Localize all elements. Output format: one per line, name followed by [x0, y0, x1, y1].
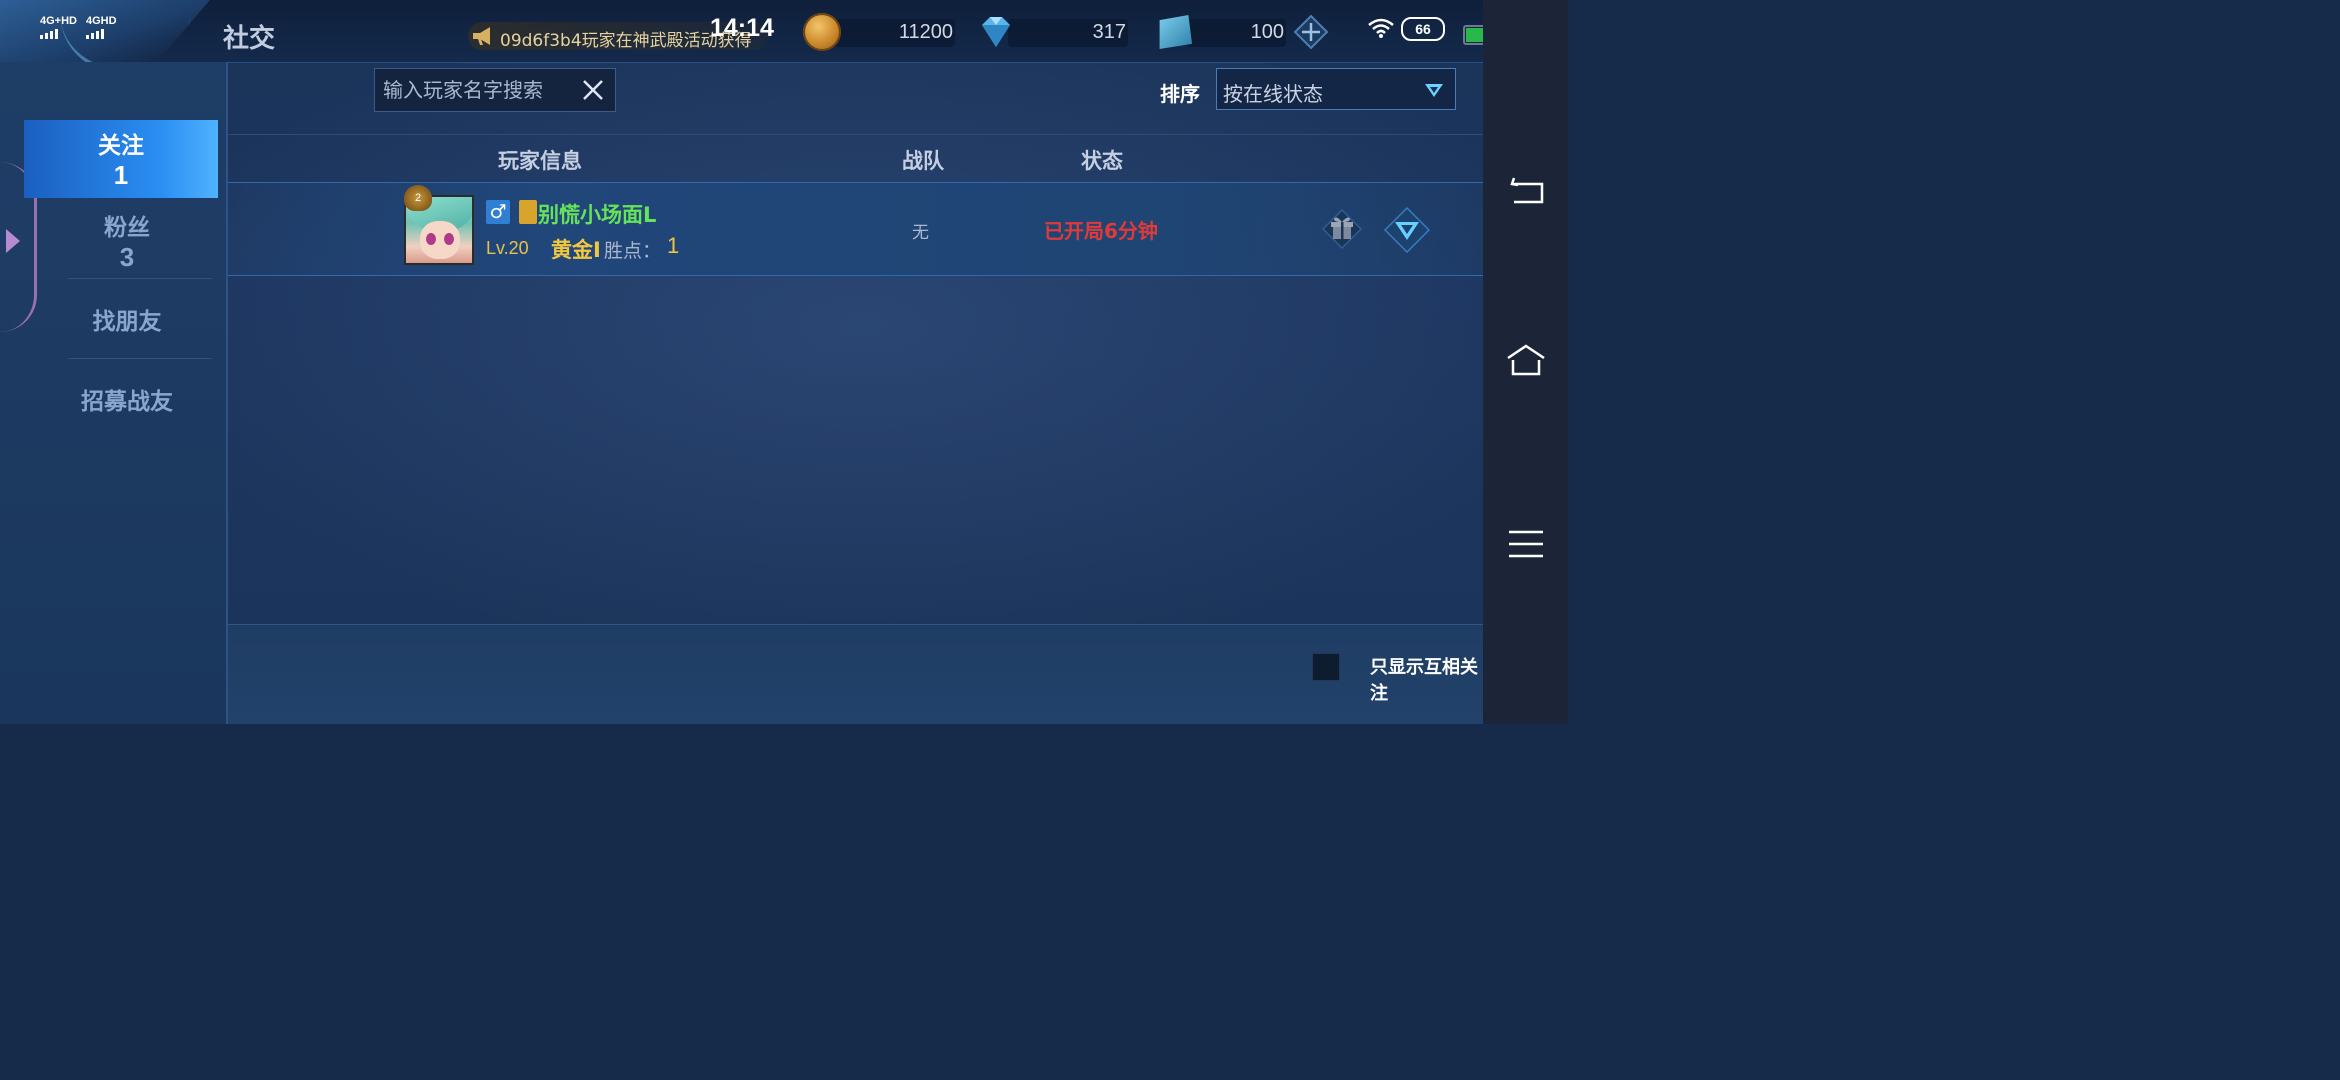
status-value: 已开局6分钟 [1044, 219, 1158, 243]
player-name: 别慌小场面L [538, 203, 657, 227]
signal-label-1: 4G+HD [40, 15, 77, 27]
sidebar-item-label: 找朋友 [92, 309, 162, 335]
sort-selected-value: 按在线状态 [1223, 82, 1323, 106]
sidebar-item-count: 3 [119, 242, 135, 272]
column-header-status: 状态 [1081, 149, 1123, 173]
ticket-value: 100 [1250, 21, 1284, 43]
megaphone-icon [473, 27, 490, 45]
male-icon: ♂ [486, 200, 510, 224]
mutual-follow-checkbox[interactable] [1312, 653, 1340, 681]
wifi-icon [1368, 18, 1394, 38]
gold-coin-icon [803, 13, 841, 51]
back-icon[interactable] [1504, 170, 1548, 210]
search-input[interactable] [375, 69, 571, 111]
team-value: 无 [912, 223, 929, 243]
diamond-value: 317 [1092, 21, 1126, 43]
points-label: 胜点： [604, 240, 662, 262]
sidebar-item-count: 1 [113, 160, 129, 190]
close-icon[interactable] [581, 78, 605, 102]
sidebar-item-label: 招募战友 [81, 389, 173, 415]
gift-icon[interactable] [1322, 209, 1362, 249]
guild-badge-icon [519, 200, 537, 224]
player-level: Lv.20 [486, 238, 529, 258]
sidebar-item-followers[interactable]: 粉丝 3 [30, 208, 224, 273]
player-tier: 黄金I [551, 238, 601, 262]
search-box [374, 68, 616, 112]
add-currency-button[interactable] [1293, 14, 1329, 50]
table-row[interactable]: 2 ♂ 别慌小场面L Lv.20 黄金I 胜点： 1 无 已开局6分钟 [228, 182, 1483, 276]
sidebar-collapse-arrow-icon[interactable] [6, 229, 20, 253]
sort-label: 排序 [1160, 82, 1200, 106]
rank-badge: 2 [404, 185, 432, 211]
ticket-icon [1159, 15, 1192, 49]
column-header-team: 战队 [902, 149, 944, 173]
top-bar: 4G+HD 4GHD 社交 09d6f3b4玩家在神武殿活动获得 14:14 1… [0, 0, 1568, 70]
chevron-down-icon[interactable] [1384, 207, 1430, 253]
signal-label-2: 4GHD [86, 15, 117, 27]
currency-diamond: 317 [978, 13, 1128, 53]
sidebar-item-label: 粉丝 [104, 215, 150, 241]
sidebar-divider [68, 358, 212, 359]
diamond-icon [982, 17, 1010, 47]
sidebar-item-recruit[interactable]: 招募战友 [30, 382, 224, 416]
signal-indicator-1: 4G+HD [40, 16, 77, 39]
battery-percent-badge: 66 [1401, 17, 1445, 41]
gold-value: 11200 [898, 21, 953, 43]
social-screen: 4G+HD 4GHD 社交 09d6f3b4玩家在神武殿活动获得 14:14 1… [0, 0, 1568, 724]
sort-dropdown[interactable]: 按在线状态 [1216, 68, 1456, 110]
footer-bar: 只显示互相关注 [228, 624, 1483, 724]
sidebar-item-label: 关注 [98, 133, 144, 159]
social-sidebar: 关注 1 粉丝 3 找朋友 招募战友 [0, 62, 228, 724]
mutual-follow-label: 只显示互相关注 [1370, 657, 1478, 704]
friends-list-panel: 排序 按在线状态 玩家信息 战队 状态 2 ♂ 别慌小场面L Lv.20 [228, 62, 1483, 724]
system-nav-bar [1483, 0, 1568, 724]
sidebar-divider [68, 278, 212, 279]
page-title: 社交 [223, 24, 276, 54]
sidebar-item-find-friends[interactable]: 找朋友 [30, 302, 224, 336]
currency-gold: 11200 [803, 13, 955, 53]
clock: 14:14 [710, 14, 774, 42]
column-header-player-info: 玩家信息 [498, 149, 582, 173]
menu-icon[interactable] [1504, 524, 1548, 564]
home-icon[interactable] [1504, 340, 1548, 380]
signal-indicator-2: 4GHD [86, 16, 117, 39]
points-value: 1 [667, 233, 680, 258]
table-header: 玩家信息 战队 状态 [228, 134, 1483, 183]
currency-ticket: 100 [1156, 13, 1286, 53]
chevron-down-icon [1425, 84, 1443, 97]
sidebar-item-following[interactable]: 关注 1 [24, 120, 218, 198]
